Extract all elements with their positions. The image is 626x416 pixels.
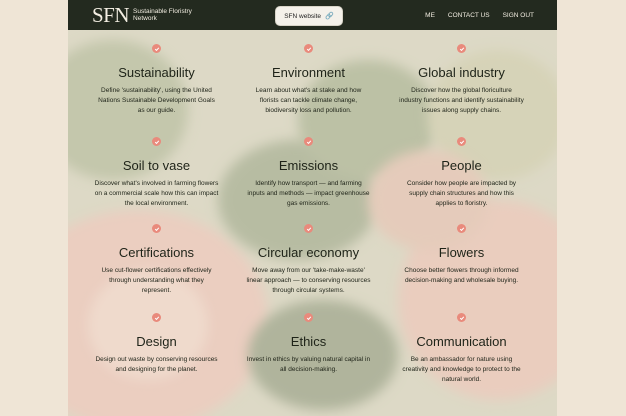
sfn-logo[interactable]: SFN Sustainable Floristry Network [92,2,203,27]
check-icon [457,44,466,53]
link-icon: 🔗 [325,13,334,20]
topic-title: Circular economy [257,245,360,260]
app-frame: SFN Sustainable Floristry Network SFN we… [68,0,557,416]
topic-card-global-industry[interactable]: Global industry Discover how the global … [380,44,543,116]
topic-title: Design [136,334,177,349]
topic-title: Ethics [290,334,327,349]
logo-text: Sustainable Floristry Network [133,8,192,22]
topic-card-circular-economy[interactable]: Circular economy Move away from our 'tak… [227,224,390,296]
nav-sign-out[interactable]: SIGN OUT [503,12,534,19]
topic-title: Emissions [278,158,339,173]
topic-title: Environment [272,65,345,80]
topic-description: Choose better flowers through informed d… [404,267,519,284]
topic-title: Soil to vase [122,158,191,173]
topic-card-people[interactable]: People Consider how people are impacted … [380,137,543,209]
check-icon [304,44,313,53]
topic-description: Discover what's involved in farming flow… [94,180,219,207]
topic-description: Design out waste by conserving resources… [95,356,218,373]
topic-title: Flowers [438,245,485,260]
topic-title: Global industry [418,65,505,80]
topic-card-environment[interactable]: Environment Learn about what's at stake … [227,44,390,116]
check-icon [152,44,161,53]
check-icon [304,313,313,322]
topic-card-certifications[interactable]: Certifications Use cut-flower certificat… [75,224,238,296]
topic-description: Be an ambassador for nature using creati… [402,356,521,383]
topic-description: Identify how transport — and farming inp… [247,180,370,207]
topic-description: Invest in ethics by valuing natural capi… [246,356,371,373]
topic-title: People [441,158,482,173]
topic-description: Move away from our 'take-make-waste' lin… [246,267,371,294]
topic-card-design[interactable]: Design Design out waste by conserving re… [75,313,238,375]
topic-card-soil-to-vase[interactable]: Soil to vase Discover what's involved in… [75,137,238,209]
topic-description: Learn about what's at stake and how flor… [255,87,362,114]
topic-card-emissions[interactable]: Emissions Identify how transport — and f… [227,137,390,209]
sfn-website-button[interactable]: SFN website 🔗 [275,6,343,26]
topic-card-communication[interactable]: Communication Be an ambassador for natur… [380,313,543,385]
check-icon [304,137,313,146]
sfn-website-label: SFN website [284,12,322,20]
top-nav: ME CONTACT US SIGN OUT [412,0,534,30]
topic-title: Communication [416,334,507,349]
topic-grid: Sustainability Define 'sustainability', … [68,30,557,416]
check-icon [304,224,313,233]
nav-me[interactable]: ME [425,12,435,19]
topic-title: Sustainability [118,65,195,80]
topic-description: Discover how the global floriculture ind… [399,87,524,114]
check-icon [152,313,161,322]
top-bar: SFN Sustainable Floristry Network SFN we… [68,0,557,30]
check-icon [457,313,466,322]
topic-card-sustainability[interactable]: Sustainability Define 'sustainability', … [75,44,238,116]
check-icon [152,137,161,146]
topic-card-ethics[interactable]: Ethics Invest in ethics by valuing natur… [227,313,390,375]
check-icon [152,224,161,233]
check-icon [457,224,466,233]
check-icon [457,137,466,146]
nav-contact-us[interactable]: CONTACT US [448,12,490,19]
topic-card-flowers[interactable]: Flowers Choose better flowers through in… [380,224,543,286]
topic-description: Define 'sustainability', using the Unite… [98,87,215,114]
topic-description: Consider how people are impacted by supp… [406,180,517,207]
topic-description: Use cut-flower certifications effectivel… [101,267,212,294]
logo-mark: SFN [92,2,130,27]
topic-title: Certifications [118,245,195,260]
